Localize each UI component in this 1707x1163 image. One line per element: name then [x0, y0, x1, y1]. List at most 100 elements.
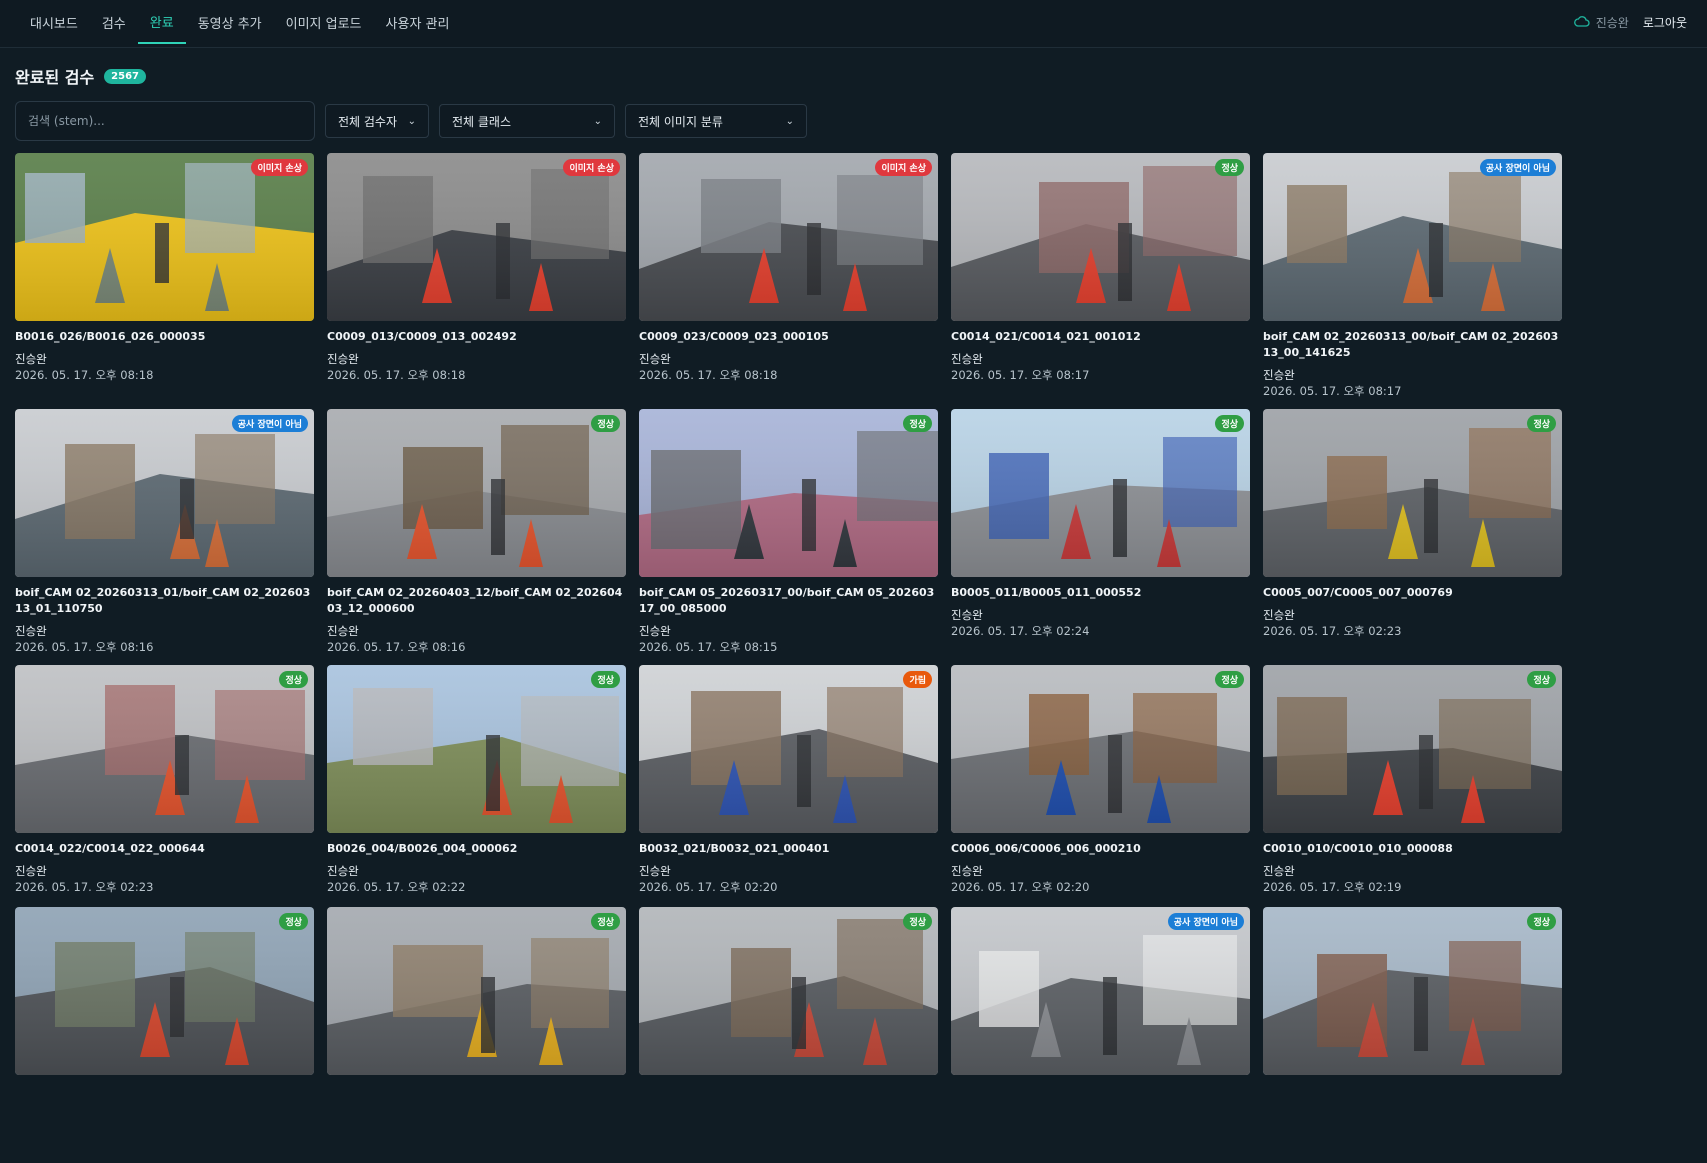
- review-thumbnail[interactable]: 가림: [639, 665, 938, 833]
- review-thumbnail[interactable]: 이미지 손상: [639, 153, 938, 321]
- card-reviewer: 진승완: [327, 624, 359, 638]
- review-thumbnail[interactable]: 공사 장면이 아님: [15, 409, 314, 577]
- card-reviewer: 진승완: [1263, 368, 1295, 382]
- tab-add-video[interactable]: 동영상 추가: [186, 0, 274, 44]
- status-badge: 정상: [1215, 415, 1244, 432]
- scene-image: [639, 409, 938, 577]
- status-badge: 정상: [591, 671, 620, 688]
- card-reviewer: 진승완: [639, 352, 671, 366]
- review-card[interactable]: 정상: [15, 907, 314, 1107]
- review-thumbnail[interactable]: 정상: [639, 409, 938, 577]
- review-card[interactable]: 이미지 손상 B0016_026/B0016_026_000035 진승완 20…: [15, 153, 314, 409]
- review-card[interactable]: 공사 장면이 아님: [951, 907, 1250, 1107]
- review-thumbnail[interactable]: 정상: [951, 665, 1250, 833]
- review-card[interactable]: 정상: [1263, 907, 1562, 1107]
- status-badge: 이미지 손상: [563, 159, 620, 176]
- card-timestamp: 2026. 05. 17. 오후 08:18: [15, 368, 154, 382]
- scene-image: [15, 409, 314, 577]
- review-thumbnail[interactable]: 정상: [15, 665, 314, 833]
- status-badge: 이미지 손상: [875, 159, 932, 176]
- card-meta: B0016_026/B0016_026_000035 진승완 2026. 05.…: [15, 321, 314, 409]
- review-card[interactable]: 가림 B0032_021/B0032_021_000401 진승완 2026. …: [639, 665, 938, 907]
- scene-image: [951, 907, 1250, 1075]
- card-reviewer: 진승완: [951, 608, 983, 622]
- card-timestamp: 2026. 05. 17. 오후 08:17: [951, 368, 1090, 382]
- review-card[interactable]: 정상: [639, 907, 938, 1107]
- scene-image: [15, 665, 314, 833]
- reviewer-select[interactable]: 전체 검수자 ⌄: [325, 104, 429, 138]
- card-reviewer: 진승완: [15, 624, 47, 638]
- review-thumbnail[interactable]: 공사 장면이 아님: [951, 907, 1250, 1075]
- status-badge: 공사 장면이 아님: [1479, 159, 1556, 176]
- scene-image: [951, 153, 1250, 321]
- review-card[interactable]: 공사 장면이 아님 boif_CAM 02_20260313_01/boif_C…: [15, 409, 314, 665]
- review-card-grid: 이미지 손상 B0016_026/B0016_026_000035 진승완 20…: [15, 153, 1562, 1107]
- image-category-select[interactable]: 전체 이미지 분류 ⌄: [625, 104, 807, 138]
- tab-user-management[interactable]: 사용자 관리: [374, 0, 462, 44]
- review-thumbnail[interactable]: 정상: [1263, 907, 1562, 1075]
- review-card[interactable]: 정상 B0005_011/B0005_011_000552 진승완 2026. …: [951, 409, 1250, 665]
- review-card[interactable]: 정상 C0014_021/C0014_021_001012 진승완 2026. …: [951, 153, 1250, 409]
- logout-button[interactable]: 로그아웃: [1643, 14, 1687, 31]
- review-card[interactable]: 이미지 손상 C0009_013/C0009_013_002492 진승완 20…: [327, 153, 626, 409]
- review-thumbnail[interactable]: 정상: [15, 907, 314, 1075]
- card-meta: [1263, 1075, 1562, 1163]
- card-filename: boif_CAM 05_20260317_00/boif_CAM 05_2026…: [639, 586, 935, 615]
- scene-image: [327, 409, 626, 577]
- chevron-down-icon: ⌄: [407, 115, 416, 127]
- card-timestamp: 2026. 05. 17. 오후 02:20: [639, 880, 778, 894]
- card-meta: boif_CAM 02_20260313_01/boif_CAM 02_2026…: [15, 577, 314, 665]
- filter-bar: 전체 검수자 ⌄ 전체 클래스 ⌄ 전체 이미지 분류 ⌄: [15, 101, 807, 141]
- tab-dashboard[interactable]: 대시보드: [18, 0, 90, 44]
- review-thumbnail[interactable]: 정상: [1263, 665, 1562, 833]
- card-meta: C0009_013/C0009_013_002492 진승완 2026. 05.…: [327, 321, 626, 409]
- review-card[interactable]: 정상 B0026_004/B0026_004_000062 진승완 2026. …: [327, 665, 626, 907]
- review-thumbnail[interactable]: 정상: [327, 907, 626, 1075]
- scene-image: [327, 907, 626, 1075]
- search-input[interactable]: [15, 101, 315, 141]
- card-timestamp: 2026. 05. 17. 오후 02:20: [951, 880, 1090, 894]
- review-card[interactable]: 공사 장면이 아님 boif_CAM 02_20260313_00/boif_C…: [1263, 153, 1562, 409]
- card-meta: [15, 1075, 314, 1163]
- tab-upload-image[interactable]: 이미지 업로드: [274, 0, 374, 44]
- card-meta: [327, 1075, 626, 1163]
- scene-image: [327, 153, 626, 321]
- review-thumbnail[interactable]: 이미지 손상: [327, 153, 626, 321]
- status-badge: 정상: [1527, 671, 1556, 688]
- card-reviewer: 진승완: [1263, 608, 1295, 622]
- status-badge: 정상: [903, 415, 932, 432]
- review-thumbnail[interactable]: 정상: [1263, 409, 1562, 577]
- review-thumbnail[interactable]: 정상: [951, 409, 1250, 577]
- status-badge: 정상: [1215, 159, 1244, 176]
- review-card[interactable]: 정상 C0014_022/C0014_022_000644 진승완 2026. …: [15, 665, 314, 907]
- card-timestamp: 2026. 05. 17. 오후 08:18: [639, 368, 778, 382]
- card-filename: C0006_006/C0006_006_000210: [951, 842, 1141, 855]
- tab-completed[interactable]: 완료: [137, 0, 186, 44]
- card-meta: boif_CAM 02_20260313_00/boif_CAM 02_2026…: [1263, 321, 1562, 409]
- status-badge: 정상: [1215, 671, 1244, 688]
- review-thumbnail[interactable]: 정상: [327, 665, 626, 833]
- card-meta: [639, 1075, 938, 1163]
- review-card[interactable]: 정상 C0005_007/C0005_007_000769 진승완 2026. …: [1263, 409, 1562, 665]
- review-card[interactable]: 정상 C0006_006/C0006_006_000210 진승완 2026. …: [951, 665, 1250, 907]
- status-badge: 정상: [279, 913, 308, 930]
- card-timestamp: 2026. 05. 17. 오후 08:18: [327, 368, 466, 382]
- status-badge: 정상: [591, 415, 620, 432]
- review-card[interactable]: 정상: [327, 907, 626, 1107]
- tab-review[interactable]: 검수: [90, 0, 138, 44]
- status-badge: 정상: [903, 913, 932, 930]
- review-card[interactable]: 정상 boif_CAM 02_20260403_12/boif_CAM 02_2…: [327, 409, 626, 665]
- scene-image: [1263, 907, 1562, 1075]
- review-card[interactable]: 정상 C0010_010/C0010_010_000088 진승완 2026. …: [1263, 665, 1562, 907]
- card-filename: C0005_007/C0005_007_000769: [1263, 586, 1453, 599]
- review-card[interactable]: 정상 boif_CAM 05_20260317_00/boif_CAM 05_2…: [639, 409, 938, 665]
- review-card[interactable]: 이미지 손상 C0009_023/C0009_023_000105 진승완 20…: [639, 153, 938, 409]
- review-thumbnail[interactable]: 정상: [327, 409, 626, 577]
- review-thumbnail[interactable]: 공사 장면이 아님: [1263, 153, 1562, 321]
- review-thumbnail[interactable]: 정상: [639, 907, 938, 1075]
- review-thumbnail[interactable]: 이미지 손상: [15, 153, 314, 321]
- scene-image: [951, 665, 1250, 833]
- review-thumbnail[interactable]: 정상: [951, 153, 1250, 321]
- nav-tabs: 대시보드 검수 완료 동영상 추가 이미지 업로드 사용자 관리: [18, 0, 461, 48]
- class-select[interactable]: 전체 클래스 ⌄: [439, 104, 615, 138]
